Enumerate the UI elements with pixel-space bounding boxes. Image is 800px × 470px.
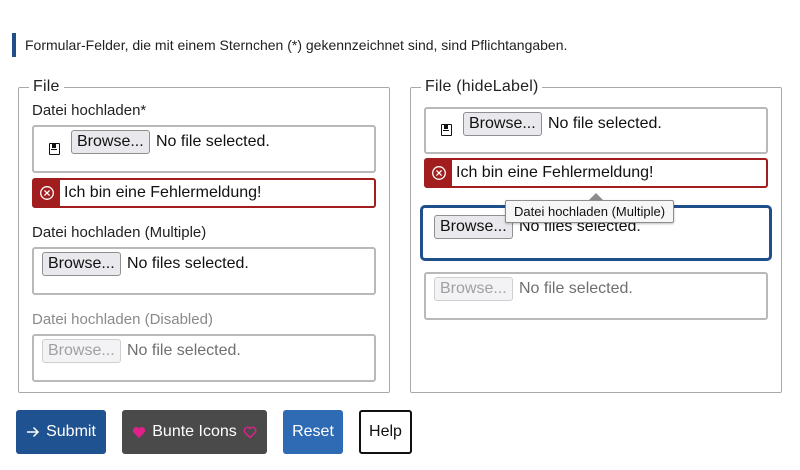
disabled-browse-button: Browse... (42, 339, 121, 363)
upload-label: Datei hochladen* (32, 102, 147, 119)
disabled-upload-field: Browse... No file selected. (32, 334, 376, 382)
heart-outline-icon (243, 426, 257, 438)
submit-button-label: Submit (46, 423, 96, 440)
disabled-upload-label: Datei hochladen (Disabled) (32, 311, 213, 328)
multiple-browse-button[interactable]: Browse... (42, 252, 121, 276)
hidelabel-disabled-upload-field: Browse... No file selected. (424, 272, 768, 320)
bunte-icons-button[interactable]: Bunte Icons (122, 410, 267, 454)
heart-icon (133, 426, 146, 438)
hidelabel-browse-button[interactable]: Browse... (463, 112, 542, 136)
multiple-file-status: No files selected. (127, 255, 249, 272)
hidelabel-file-status: No file selected. (548, 115, 662, 132)
file-fieldset-legend: File (33, 78, 60, 95)
required-fields-notice: Formular-Felder, die mit einem Sternchen… (12, 33, 567, 57)
tooltip-arrow (589, 193, 603, 200)
circle-x-icon (40, 186, 54, 200)
help-button-label: Help (369, 423, 402, 440)
upload-error-message: Ich bin eine Fehlermeldung! (32, 178, 376, 208)
error-text: Ich bin eine Fehlermeldung! (456, 164, 654, 181)
bunte-icons-button-label: Bunte Icons (152, 423, 237, 440)
submit-button[interactable]: Submit (16, 410, 106, 454)
hidelabel-disabled-browse-button: Browse... (434, 277, 513, 301)
reset-button[interactable]: Reset (283, 410, 343, 454)
arrow-right-icon (27, 426, 40, 438)
disabled-file-status: No file selected. (127, 342, 241, 359)
error-icon-badge (34, 180, 60, 206)
multiple-upload-label: Datei hochladen (Multiple) (32, 224, 207, 241)
error-text: Ich bin eine Fehlermeldung! (64, 184, 262, 201)
multiple-upload-field[interactable]: Browse... No files selected. (32, 247, 376, 295)
circle-x-icon (432, 166, 446, 180)
reset-button-label: Reset (292, 423, 334, 440)
upload-field[interactable]: Browse... No file selected. (32, 125, 376, 173)
floppy-disk-icon (49, 143, 60, 155)
error-icon-badge (426, 160, 452, 186)
file-hidelabel-fieldset-legend: File (hideLabel) (425, 78, 539, 95)
tooltip: Datei hochladen (Multiple) (505, 200, 675, 223)
upload-browse-button[interactable]: Browse... (71, 130, 150, 154)
help-button[interactable]: Help (359, 410, 412, 454)
hidelabel-error-message: Ich bin eine Fehlermeldung! (424, 158, 768, 188)
floppy-disk-icon (441, 124, 452, 136)
hidelabel-disabled-file-status: No file selected. (519, 280, 633, 297)
upload-file-status: No file selected. (156, 133, 270, 150)
hidelabel-multiple-browse-button[interactable]: Browse... (434, 215, 513, 239)
hidelabel-upload-field[interactable]: Browse... No file selected. (424, 107, 768, 154)
